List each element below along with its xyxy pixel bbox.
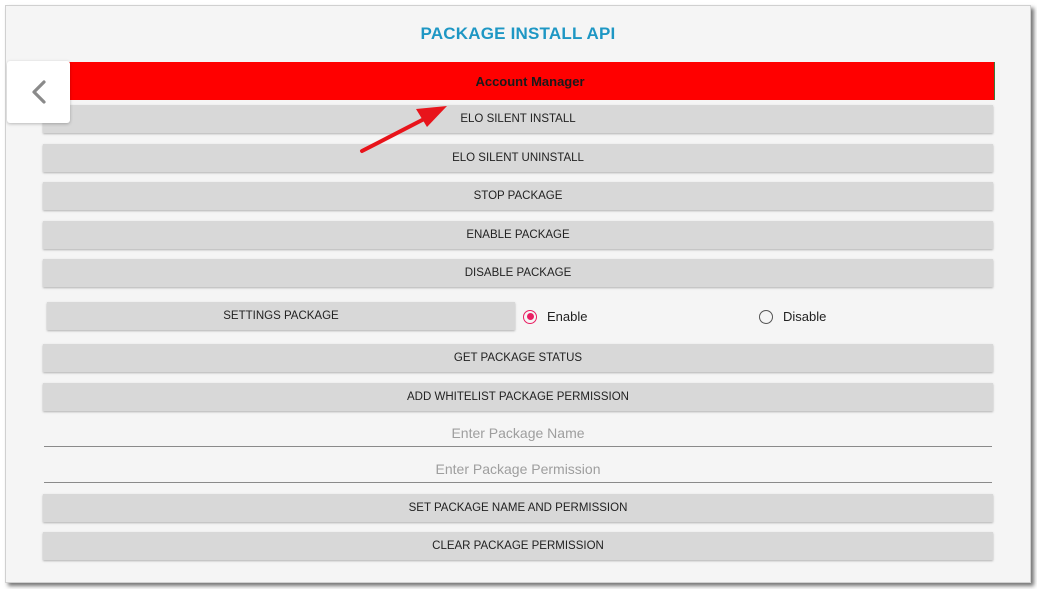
settings-package-button[interactable]: SETTINGS PACKAGE: [47, 302, 515, 330]
disable-package-button[interactable]: DISABLE PACKAGE: [43, 259, 993, 287]
set-package-name-and-permission-button[interactable]: SET PACKAGE NAME AND PERMISSION: [43, 494, 993, 522]
elo-silent-uninstall-button[interactable]: ELO SILENT UNINSTALL: [43, 144, 993, 172]
page-title: PACKAGE INSTALL API: [420, 24, 616, 43]
add-whitelist-package-permission-button[interactable]: ADD WHITELIST PACKAGE PERMISSION: [43, 383, 993, 411]
radio-disable[interactable]: Disable: [759, 309, 826, 324]
radio-checked-icon: [523, 309, 537, 324]
radio-enable-label: Enable: [547, 309, 588, 324]
radio-enable[interactable]: Enable: [523, 309, 587, 324]
package-permission-input[interactable]: [44, 456, 992, 483]
stop-package-button[interactable]: STOP PACKAGE: [43, 182, 993, 210]
app-window: PACKAGE INSTALL API Account Manager ELO …: [5, 5, 1031, 583]
elo-silent-install-button[interactable]: ELO SILENT INSTALL: [43, 105, 993, 133]
enable-package-button[interactable]: ENABLE PACKAGE: [43, 221, 993, 249]
clear-package-permission-button[interactable]: CLEAR PACKAGE PERMISSION: [43, 532, 993, 560]
back-button[interactable]: [7, 61, 70, 123]
chevron-left-icon: [31, 80, 46, 104]
get-package-status-button[interactable]: GET PACKAGE STATUS: [43, 344, 993, 372]
radio-disable-label: Disable: [783, 309, 827, 324]
account-manager-button[interactable]: Account Manager: [66, 62, 995, 100]
package-name-input[interactable]: [44, 420, 992, 447]
radio-unchecked-icon: [759, 309, 773, 324]
